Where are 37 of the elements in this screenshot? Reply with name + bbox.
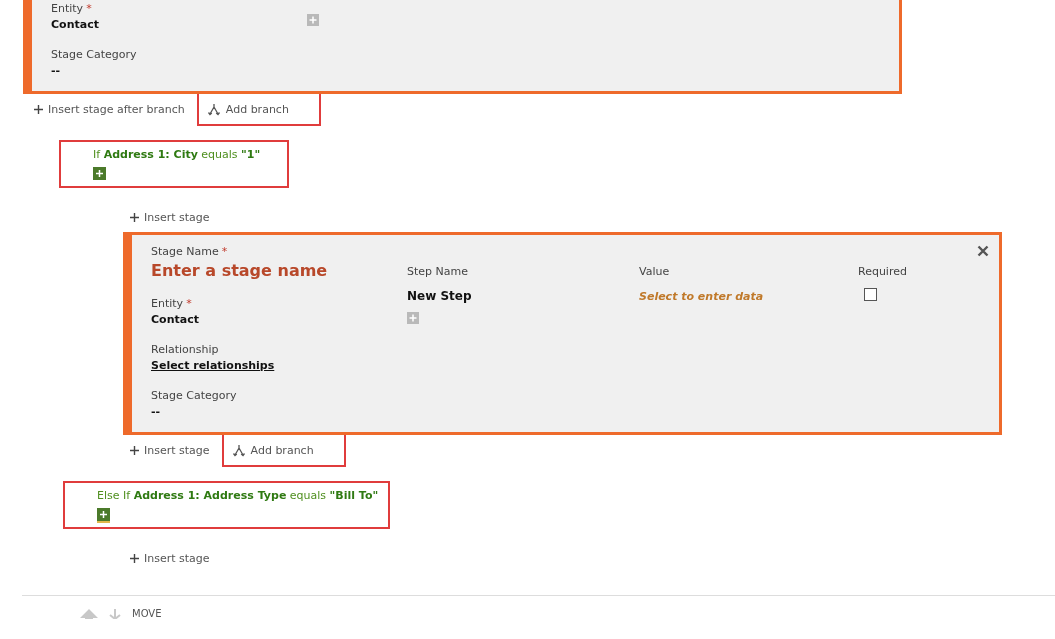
branch-icon — [231, 443, 246, 457]
add-branch-link[interactable]: Add branch — [221, 433, 346, 467]
plus-icon — [130, 553, 139, 563]
add-stage-icon[interactable] — [93, 167, 106, 182]
condition-text: If Address 1: City equals "1" — [93, 148, 261, 161]
relationship-link[interactable]: Select relationships — [151, 359, 275, 372]
field-label: Stage Category — [51, 48, 137, 61]
field-label: Stage Category — [151, 389, 237, 402]
plus-icon — [34, 104, 43, 114]
field-label: Entity * — [51, 2, 92, 15]
stage-name-field[interactable]: Enter a stage name — [151, 261, 371, 280]
column-header: Step Name — [407, 265, 469, 278]
field-value: Contact — [51, 18, 99, 31]
required-checkbox[interactable] — [864, 288, 877, 301]
field-label: Stage Name * — [151, 245, 228, 258]
plus-icon — [130, 445, 139, 455]
field-value: -- — [151, 405, 161, 418]
branch-condition[interactable]: If Address 1: City equals "1" — [59, 140, 289, 188]
insert-stage-link[interactable]: Insert stage — [124, 433, 216, 467]
move-label: MOVE — [132, 608, 162, 619]
column-header: Required — [858, 265, 908, 278]
insert-stage-link[interactable]: Insert stage — [124, 200, 216, 234]
field-label: Entity * — [151, 297, 192, 310]
branch-icon — [206, 102, 221, 116]
insert-stage-link[interactable]: Insert stage — [124, 541, 216, 575]
field-value: -- — [51, 64, 61, 77]
insert-stage-link[interactable]: Insert stage after branch — [28, 92, 191, 126]
branch-condition[interactable]: Else If Address 1: Address Type equals "Bill To" — [63, 481, 391, 529]
add-stage-icon[interactable] — [97, 508, 110, 523]
column-header: Value — [639, 265, 671, 278]
plus-icon — [130, 212, 139, 222]
field-value: Contact — [151, 313, 199, 326]
close-icon[interactable] — [977, 245, 989, 257]
field-label: Relationship — [151, 343, 219, 356]
add-branch-link[interactable]: Add branch — [196, 92, 321, 126]
condition-text: Else If Address 1: Address Type equals "Bill To" — [97, 489, 379, 502]
step-name[interactable]: New Step — [407, 289, 472, 303]
